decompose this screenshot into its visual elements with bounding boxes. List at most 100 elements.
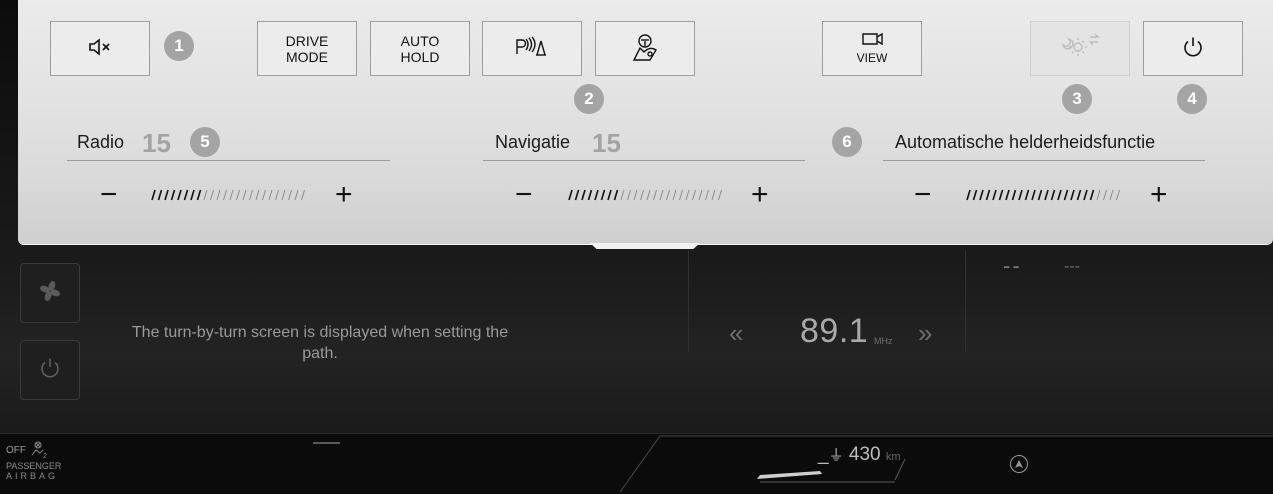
radio-volume-value: 15 [142, 128, 171, 158]
callout-badge-4: 4 [1177, 84, 1207, 114]
radio-prev-button[interactable]: « [729, 318, 743, 349]
slider-tick [574, 189, 580, 201]
slider-tick [203, 189, 208, 201]
radio-volume-slider[interactable] [148, 188, 308, 202]
navigation-volume-label: Navigatie [495, 132, 571, 152]
divider [965, 250, 966, 352]
slider-tick [627, 189, 631, 201]
slider-tick [1050, 189, 1056, 201]
slider-tick [268, 189, 273, 201]
slider-tick [288, 189, 292, 201]
slider-tick [646, 189, 651, 201]
slider-tick [1109, 189, 1114, 201]
fan-icon [39, 280, 61, 307]
slider-tick [183, 189, 189, 201]
slider-tick [600, 189, 606, 201]
drive-mode-label-2: MODE [286, 48, 328, 65]
slider-tick [262, 189, 266, 201]
slider-tick [1063, 189, 1069, 201]
slider-tick [998, 189, 1004, 201]
driver-assist-button[interactable] [595, 21, 695, 76]
info-placeholder-large: -- [1003, 253, 1022, 278]
slider-tick [992, 189, 997, 201]
power-button[interactable] [1143, 21, 1243, 76]
slider-tick [1037, 189, 1043, 201]
navigation-volume-slider[interactable] [565, 188, 725, 202]
slider-tick [1024, 189, 1030, 201]
auto-hold-label-1: AUTO [400, 32, 440, 49]
mute-button[interactable] [50, 21, 150, 76]
driver-assist-icon [628, 32, 662, 65]
power-icon [1181, 35, 1205, 62]
slider-tick [229, 189, 234, 201]
slider-tick [679, 189, 683, 201]
fan-button[interactable] [20, 263, 80, 323]
passenger-airbag-indicator: OFF 2 PASSENGER AIRBAG [6, 441, 61, 481]
navigation-volume-increase-button[interactable]: + [751, 180, 769, 210]
slider-tick [255, 189, 260, 201]
slider-tick [216, 189, 221, 201]
slider-tick [613, 189, 619, 201]
slider-tick [1018, 189, 1023, 201]
slider-tick [985, 189, 991, 201]
info-placeholder-small: --- [1064, 258, 1080, 275]
slider-tick [698, 189, 703, 201]
slider-tick [607, 189, 612, 201]
brightness-increase-button[interactable]: + [1150, 180, 1168, 210]
slider-tick [177, 189, 182, 201]
drive-mode-label-1: DRIVE [285, 32, 329, 49]
slider-tick [1005, 189, 1010, 201]
radio-volume-underline [67, 160, 390, 161]
auto-brightness-label: Automatische helderheidsfunctie [895, 132, 1156, 152]
drive-mode-button[interactable]: DRIVE MODE [257, 21, 357, 76]
slider-tick [568, 189, 573, 201]
slider-tick [1076, 189, 1082, 201]
slider-tick [1116, 189, 1120, 201]
radio-volume-decrease-button[interactable]: − [100, 180, 118, 210]
auto-hold-button[interactable]: AUTO HOLD [370, 21, 470, 76]
auto-brightness-underline [883, 160, 1205, 161]
navigation-volume-value: 15 [592, 128, 621, 158]
slider-tick [672, 189, 677, 201]
slider-tick [972, 189, 978, 201]
slider-tick [653, 189, 657, 201]
slider-tick [594, 189, 599, 201]
power-side-button[interactable] [20, 340, 80, 400]
radio-volume-increase-button[interactable]: + [335, 180, 353, 210]
slider-tick [1044, 189, 1049, 201]
camera-icon [861, 31, 883, 50]
slider-tick [151, 189, 156, 201]
airbag-icon: 2 [28, 441, 48, 461]
navigation-volume-decrease-button[interactable]: − [515, 180, 533, 210]
brightness-slider[interactable] [963, 188, 1123, 202]
auto-brightness-button[interactable] [1030, 21, 1130, 76]
panel-pull-handle[interactable] [590, 243, 700, 249]
parking-sensor-button[interactable] [482, 21, 582, 76]
navigation-arrow-icon[interactable] [1010, 455, 1028, 473]
slider-tick [236, 189, 240, 201]
parking-sensor-icon [514, 34, 550, 63]
view-button[interactable]: VIEW [822, 21, 922, 76]
slider-tick [249, 189, 253, 201]
slider-tick [275, 189, 279, 201]
slider-tick [633, 189, 638, 201]
svg-text:2: 2 [43, 453, 47, 459]
airbag-label-airbag: AIRBAG [6, 471, 59, 481]
mute-icon [88, 37, 112, 60]
slider-tick [294, 189, 299, 201]
power-icon [38, 356, 62, 385]
slider-tick [640, 189, 644, 201]
brightness-decrease-button[interactable]: − [914, 180, 932, 210]
slider-tick [718, 189, 722, 201]
slider-tick [190, 189, 195, 201]
slider-tick [1089, 189, 1095, 201]
range-unit: km [885, 451, 901, 463]
slider-tick [659, 189, 664, 201]
slider-tick [223, 189, 227, 201]
slider-tick [1031, 189, 1036, 201]
slider-tick [1057, 189, 1062, 201]
radio-next-button[interactable]: » [918, 318, 932, 349]
airbag-label-passenger: PASSENGER [6, 461, 62, 471]
slider-tick [210, 189, 214, 201]
slider-tick [581, 189, 586, 201]
